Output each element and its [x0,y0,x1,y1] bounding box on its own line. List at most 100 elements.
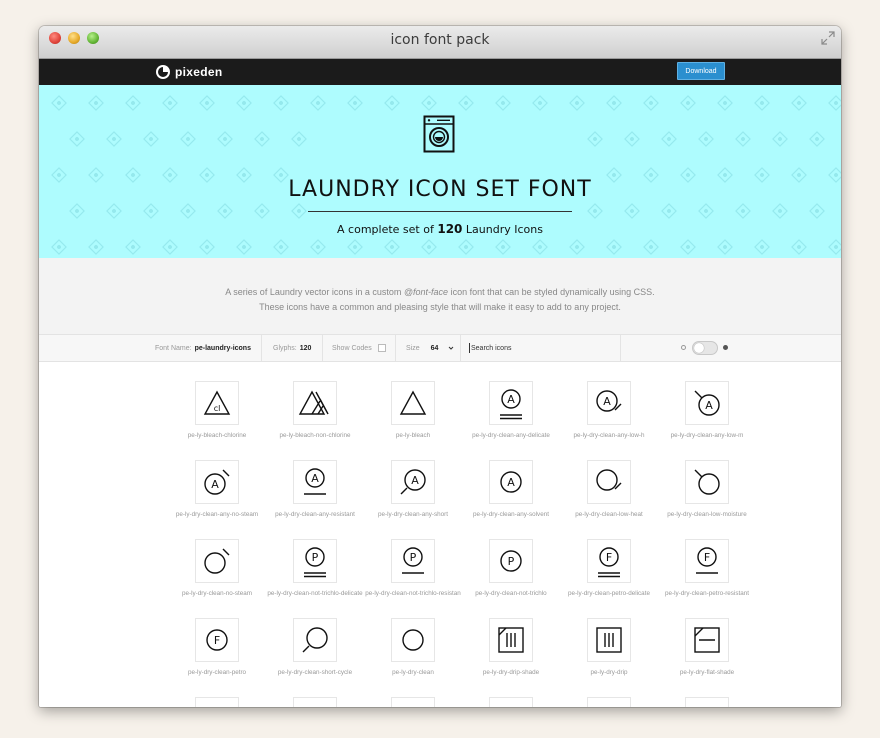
icon-preview[interactable] [587,460,631,504]
circle-F-1line-icon: F [686,540,728,582]
icon-preview[interactable]: P [391,539,435,583]
icon-preview[interactable]: A [489,460,533,504]
icon-preview[interactable] [587,618,631,662]
icon-preview[interactable]: A [195,460,239,504]
show-codes-checkbox[interactable] [378,344,386,352]
svg-text:A: A [603,395,611,408]
icon-preview[interactable] [685,618,729,662]
toolbar-divider [322,335,323,361]
toolbar-divider [620,335,621,361]
intro-line-1: A series of Laundry vector icons in a cu… [39,285,841,300]
light-mode-icon [681,345,686,350]
svg-text:A: A [705,399,713,412]
intro-text: icon font that can be styled dynamically… [451,287,655,297]
show-codes-toggle[interactable]: Show Codes [332,335,386,361]
svg-text:A: A [411,474,419,487]
square-flat-shade-icon [686,619,728,661]
icon-preview[interactable] [489,697,533,707]
circle-A-2lines-icon: A [490,382,532,424]
size-value: 64 [431,345,439,352]
icon-preview[interactable]: P [293,539,337,583]
icon-count: 120 [437,222,462,236]
circle-slash-tr-icon [196,540,238,582]
theme-toggle[interactable] [692,341,718,355]
icon-preview[interactable] [391,618,435,662]
icon-preview[interactable] [293,618,337,662]
icon-tile[interactable]: Ape-ly-dry-clean-any-low-m [647,363,767,442]
subtitle-suffix: Laundry Icons [466,223,543,236]
glyphs-value: 120 [300,345,312,352]
icon-preview[interactable] [587,697,631,707]
glyphs-count: Glyphs: 120 [273,335,311,361]
glyphs-label: Glyphs: [273,345,297,352]
icon-preview[interactable] [293,697,337,707]
pixeden-logo[interactable]: pixeden [155,63,222,81]
circle-slash-br-icon [588,461,630,503]
svg-text:F: F [704,551,710,564]
icon-preview[interactable]: P [489,539,533,583]
icon-grid: clpe-ly-bleach-chlorinepe-ly-bleach-non-… [39,362,841,707]
subtitle-prefix: A complete set of [337,223,434,236]
icon-preview[interactable]: A [685,381,729,425]
icon-preview[interactable]: A [391,460,435,504]
circle-P-icon: P [490,540,532,582]
circle-P-1line-icon: P [392,540,434,582]
icon-preview[interactable]: cl [195,381,239,425]
hero-subtitle: A complete set of 120 Laundry Icons [39,222,841,236]
circle-A-slash-tr-icon: A [196,461,238,503]
chevron-down-icon [447,345,455,351]
fullscreen-icon[interactable] [821,31,835,45]
circle-A-slash-bl-icon: A [392,461,434,503]
icon-name-label: pe-ly-dry-clean-petro-resistant [637,590,777,597]
size-select[interactable]: Size 64 [406,335,455,361]
icon-tile[interactable]: pe-ly-dry-clean-low-moisture [647,442,767,521]
icon-preview[interactable] [685,697,729,707]
icon-preview[interactable] [391,697,435,707]
circle-F-2lines-icon: F [588,540,630,582]
washing-machine-icon [423,115,455,153]
icon-tile[interactable] [647,679,767,707]
intro-emphasis: @font-face [404,287,448,297]
icon-preview[interactable] [195,539,239,583]
toolbar-divider [395,335,396,361]
icon-preview[interactable]: F [587,539,631,583]
dark-mode-icon [723,345,728,350]
icon-preview[interactable] [293,381,337,425]
search-input[interactable]: Search icons [471,345,511,352]
icon-preview[interactable] [685,460,729,504]
search-field[interactable]: Search icons [469,336,511,360]
icon-preview[interactable] [195,697,239,707]
icon-preview[interactable] [489,618,533,662]
intro-text: A series of Laundry vector icons in a cu… [225,287,401,297]
hero-banner: LAUNDRY ICON SET FONT A complete set of … [39,85,841,258]
circle-A-slash-tl-icon: A [686,382,728,424]
font-name-value: pe-laundry-icons [195,345,251,352]
toolbar-divider [460,335,461,361]
title-divider [308,211,572,212]
page-title: LAUNDRY ICON SET FONT [39,177,841,202]
svg-text:P: P [508,555,515,568]
circle-slash-tl-icon [686,461,728,503]
icon-preview[interactable] [391,381,435,425]
icon-preview[interactable]: F [685,539,729,583]
svg-text:A: A [311,472,319,485]
download-button[interactable]: Download [677,62,725,80]
icon-name-label: pe-ly-dry-flat-shade [637,669,777,676]
triangle-icon [392,382,434,424]
icon-tile[interactable]: Fpe-ly-dry-clean-petro-resistant [647,521,767,600]
app-window: icon font pack pixeden Download [39,26,841,707]
toolbar-divider [261,335,262,361]
icon-preview[interactable]: A [587,381,631,425]
circle-slash-bl-icon [294,619,336,661]
icon-preview[interactable]: A [293,460,337,504]
intro-section: A series of Laundry vector icons in a cu… [39,258,841,334]
circle-P-2lines-icon: P [294,540,336,582]
title-bar: icon font pack [39,26,841,59]
icon-tile[interactable]: pe-ly-dry-flat-shade [647,600,767,679]
square-drip-icon [588,619,630,661]
icon-preview[interactable]: F [195,618,239,662]
icon-preview[interactable]: A [489,381,533,425]
pixeden-logo-icon [155,64,171,80]
svg-text:P: P [410,551,417,564]
svg-text:A: A [507,393,515,406]
